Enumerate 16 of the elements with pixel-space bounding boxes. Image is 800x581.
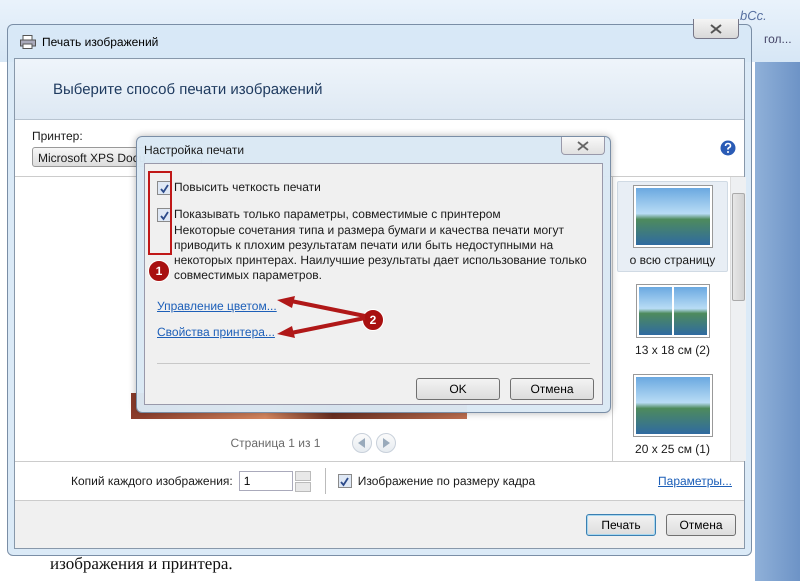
layout-label: 20 x 25 см (1) [635, 442, 710, 456]
page-indicator: Страница 1 из 1 [230, 436, 320, 450]
checkbox-label: Изображение по размеру кадра [358, 474, 536, 488]
option-description: Некоторые сочетания типа и размера бумаги и качества печати могут приводить к плохим результатам печати или быть недоступными на некоторых принтерах. Наилучшие результаты дает использование только совместимых параметров. [174, 223, 588, 283]
ribbon-style-label: bCc. [740, 8, 767, 23]
dialog-title: Настройка печати [144, 143, 244, 157]
checkbox-label: Показывать только параметры, совместимые с принтером [174, 207, 502, 221]
dialog-heading: Выберите способ печати изображений [53, 80, 323, 98]
checkbox-label: Повысить четкость печати [174, 180, 321, 194]
window-title: Печать изображений [42, 34, 158, 48]
ribbon-style-label: гол... [764, 32, 792, 46]
layout-label: 13 x 18 см (2) [635, 343, 710, 357]
document-text: изображения и принтера. [50, 554, 233, 574]
layout-label: о всю страницу [630, 253, 716, 267]
copies-label: Копий каждого изображения: [71, 474, 233, 488]
printer-label: Принтер: [32, 129, 84, 143]
